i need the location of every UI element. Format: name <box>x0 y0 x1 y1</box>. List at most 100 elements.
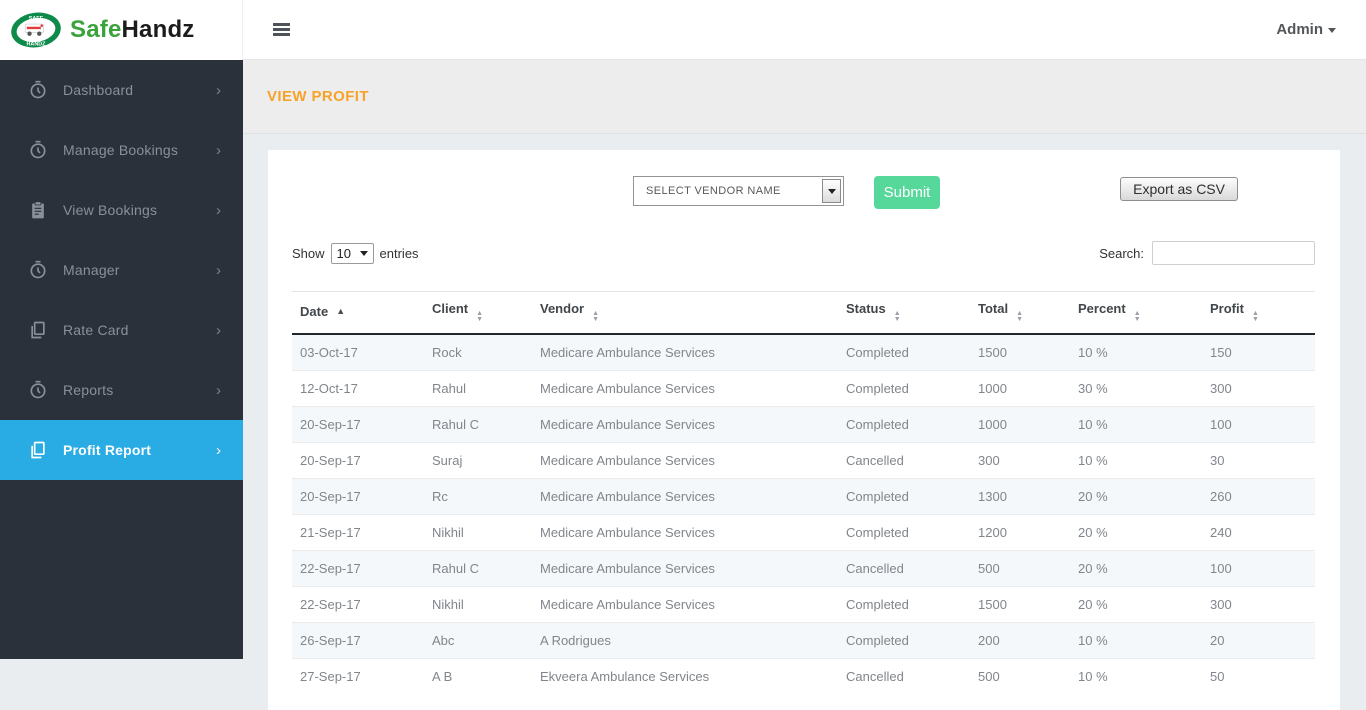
column-header-date[interactable]: Date ▲ <box>292 290 424 335</box>
svg-text:HANDZ: HANDZ <box>27 42 47 48</box>
sidebar-item-label: Manager <box>63 262 120 278</box>
chevron-down-icon <box>1328 28 1336 33</box>
cell-profit: 50 <box>1202 657 1315 694</box>
sort-both-icon: ▲ ▼ <box>1016 310 1024 323</box>
cell-vendor: Medicare Ambulance Services <box>532 585 838 623</box>
column-header-client[interactable]: Client ▲ ▼ <box>424 290 532 335</box>
menu-toggle-icon[interactable] <box>273 21 291 38</box>
cell-client: Suraj <box>424 441 532 479</box>
sidebar-item-reports[interactable]: Reports › <box>0 360 243 420</box>
cell-profit: 300 <box>1202 585 1315 623</box>
cell-vendor: A Rodrigues <box>532 621 838 659</box>
chevron-down-icon <box>827 188 836 194</box>
column-header-total[interactable]: Total ▲ ▼ <box>970 290 1070 335</box>
table-row: 03-Oct-17 Rock Medicare Ambulance Services… <box>292 333 1315 371</box>
cell-total: 200 <box>970 621 1070 659</box>
page-size-group: Show 10 entries <box>292 242 419 264</box>
cell-date: 20-Sep-17 <box>292 477 424 515</box>
cell-percent: 10 % <box>1070 441 1202 479</box>
cell-percent: 20 % <box>1070 549 1202 587</box>
brand-name-handz: Handz <box>121 16 195 43</box>
cell-profit: 100 <box>1202 549 1315 587</box>
sort-both-icon: ▲ ▼ <box>1251 310 1259 323</box>
column-header-percent[interactable]: Percent ▲ ▼ <box>1070 290 1202 335</box>
brand-name-safe: Safe <box>70 16 122 43</box>
vendor-select-arrow-button[interactable] <box>822 179 841 203</box>
column-header-vendor[interactable]: Vendor ▲ ▼ <box>532 290 838 335</box>
vendor-select[interactable]: SELECT VENDOR NAME <box>633 176 844 206</box>
column-header-status[interactable]: Status ▲ ▼ <box>838 290 970 335</box>
cell-profit: 240 <box>1202 513 1315 551</box>
table-body: 03-Oct-17 Rock Medicare Ambulance Services… <box>292 333 1315 694</box>
chevron-right-icon: › <box>216 441 221 459</box>
table-row: 12-Oct-17 Rahul Medicare Ambulance Service… <box>292 369 1315 407</box>
sidebar-item-manage-bookings[interactable]: Manage Bookings › <box>0 120 243 180</box>
table-row: 22-Sep-17 Rahul C Medicare Ambulance Servi… <box>292 549 1315 587</box>
column-header-profit[interactable]: Profit ▲ ▼ <box>1202 290 1315 335</box>
cell-profit: 260 <box>1202 477 1315 515</box>
sidebar-item-label: Profit Report <box>63 442 152 458</box>
chevron-right-icon: › <box>216 381 221 399</box>
cell-profit: 150 <box>1202 333 1315 371</box>
sidebar-item-label: Dashboard <box>63 82 134 98</box>
cell-vendor: Medicare Ambulance Services <box>532 441 838 479</box>
cell-vendor: Medicare Ambulance Services <box>532 369 838 407</box>
sidebar-item-view-bookings[interactable]: View Bookings › <box>0 180 243 240</box>
cell-status: Completed <box>838 513 970 551</box>
sidebar-item-label: View Bookings <box>63 202 158 218</box>
cell-vendor: Medicare Ambulance Services <box>532 405 838 443</box>
submit-button[interactable]: Submit <box>874 176 940 209</box>
profit-table: Date ▲ Client ▲ ▼ Vendor ▲ ▼ Status ▲ ▼ Total ▲ ▼ Perc… <box>292 290 1315 694</box>
page-size-select[interactable]: 10 <box>330 242 374 264</box>
page-main: SELECT VENDOR NAME Submit Export as CSV … <box>243 134 1366 710</box>
cell-client: Rock <box>424 333 532 371</box>
top-bar: SAFE HANDZ SafeHandz Admin <box>0 0 1366 60</box>
cell-total: 1500 <box>970 585 1070 623</box>
cell-percent: 20 % <box>1070 585 1202 623</box>
cell-vendor: Medicare Ambulance Services <box>532 549 838 587</box>
cell-client: Rahul C <box>424 549 532 587</box>
entries-label: entries <box>379 245 419 261</box>
page-header: VIEW PROFIT <box>243 60 1366 134</box>
cell-date: 26-Sep-17 <box>292 621 424 659</box>
cell-percent: 10 % <box>1070 657 1202 694</box>
table-row: 22-Sep-17 Nikhil Medicare Ambulance Servic… <box>292 585 1315 623</box>
list-controls: Show 10 entries Search: <box>292 241 1315 265</box>
stopwatch-icon <box>30 260 46 279</box>
top-bar-right: Admin <box>243 0 1366 59</box>
cell-percent: 20 % <box>1070 477 1202 515</box>
cell-status: Completed <box>838 369 970 407</box>
cell-date: 20-Sep-17 <box>292 441 424 479</box>
cell-percent: 10 % <box>1070 405 1202 443</box>
cell-date: 27-Sep-17 <box>292 657 424 694</box>
cell-status: Completed <box>838 333 970 371</box>
brand-name: SafeHandz <box>70 16 195 44</box>
table-row: 21-Sep-17 Nikhil Medicare Ambulance Servic… <box>292 513 1315 551</box>
admin-dropdown-label: Admin <box>1276 21 1323 38</box>
cell-vendor: Ekveera Ambulance Services <box>532 657 838 694</box>
cell-client: Rc <box>424 477 532 515</box>
sidebar-item-dashboard[interactable]: Dashboard › <box>0 60 243 120</box>
table-header-row: Date ▲ Client ▲ ▼ Vendor ▲ ▼ Status ▲ ▼ Total ▲ ▼ Perc… <box>292 290 1315 335</box>
cell-date: 22-Sep-17 <box>292 549 424 587</box>
admin-dropdown[interactable]: Admin <box>1276 21 1336 38</box>
table-row: 20-Sep-17 Rahul C Medicare Ambulance Servi… <box>292 405 1315 443</box>
sidebar: Dashboard › Manage Bookings › View Booki… <box>0 60 243 659</box>
export-csv-button[interactable]: Export as CSV <box>1120 177 1238 201</box>
cell-status: Completed <box>838 621 970 659</box>
cell-status: Completed <box>838 405 970 443</box>
sidebar-item-profit-report[interactable]: Profit Report › <box>0 420 243 480</box>
chevron-right-icon: › <box>216 201 221 219</box>
cell-status: Cancelled <box>838 549 970 587</box>
sidebar-item-manager[interactable]: Manager › <box>0 240 243 300</box>
page-size-value: 10 <box>336 245 351 261</box>
chevron-right-icon: › <box>216 321 221 339</box>
cell-client: Rahul <box>424 369 532 407</box>
cell-profit: 20 <box>1202 621 1315 659</box>
cell-status: Cancelled <box>838 657 970 694</box>
cell-date: 03-Oct-17 <box>292 333 424 371</box>
sort-both-icon: ▲ ▼ <box>476 310 484 323</box>
search-input[interactable] <box>1152 241 1315 265</box>
sidebar-item-rate-card[interactable]: Rate Card › <box>0 300 243 360</box>
brand-logo[interactable]: SAFE HANDZ SafeHandz <box>0 0 243 60</box>
